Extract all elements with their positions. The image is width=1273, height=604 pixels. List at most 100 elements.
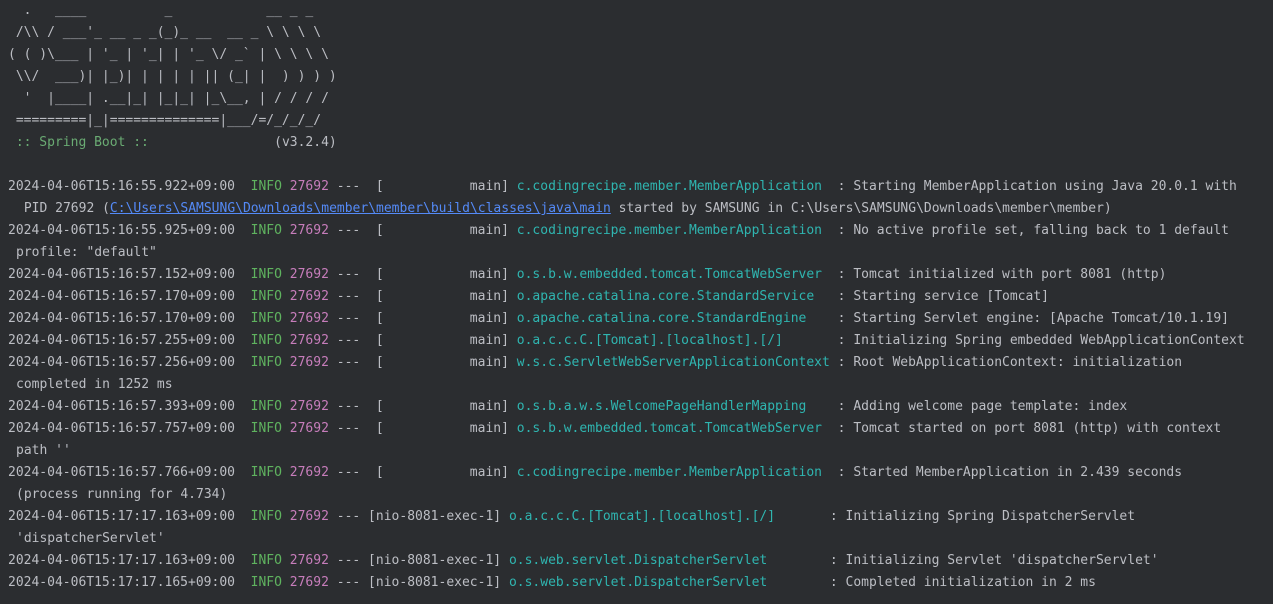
log-message: : Tomcat initialized with port 8081 (htt… [829, 267, 1167, 282]
banner-version-line: :: Spring Boot :: (v3.2.4) [8, 132, 1273, 154]
log-level: INFO [250, 509, 282, 524]
log-continuation-text: 'dispatcherServlet' [16, 531, 165, 546]
log-level: INFO [250, 179, 282, 194]
log-continuation: (process running for 4.734) [8, 484, 1273, 506]
log-timestamp: 2024-04-06T15:16:55.925+09:00 [8, 223, 235, 238]
log-timestamp: 2024-04-06T15:16:57.255+09:00 [8, 333, 235, 348]
log-pid: 27692 [289, 399, 329, 414]
log-thread: --- [ main] [336, 179, 517, 194]
log-thread: --- [ main] [336, 289, 517, 304]
log-continuation-text: (process running for 4.734) [16, 487, 228, 502]
log-level: INFO [250, 421, 282, 436]
log-line: 2024-04-06T15:16:57.766+09:00 INFO 27692… [8, 462, 1273, 484]
log-line: 2024-04-06T15:16:57.170+09:00 INFO 27692… [8, 308, 1273, 330]
log-level: INFO [250, 333, 282, 348]
log-timestamp: 2024-04-06T15:16:55.922+09:00 [8, 179, 235, 194]
log-thread: --- [nio-8081-exec-1] [336, 553, 509, 568]
log-level: INFO [250, 465, 282, 480]
log-thread: --- [ main] [336, 421, 517, 436]
log-line: 2024-04-06T15:16:57.256+09:00 INFO 27692… [8, 352, 1273, 374]
log-thread: --- [ main] [336, 223, 517, 238]
log-pid: 27692 [289, 575, 329, 590]
log-line: 2024-04-06T15:16:57.170+09:00 INFO 27692… [8, 286, 1273, 308]
log-logger: o.a.c.c.C.[Tomcat].[localhost].[/] [516, 333, 830, 348]
log-thread: --- [ main] [336, 399, 517, 414]
log-message: : Starting service [Tomcat] [829, 289, 1049, 304]
log-line: 2024-04-06T15:16:55.922+09:00 INFO 27692… [8, 176, 1273, 198]
log-level: INFO [250, 223, 282, 238]
log-message: : Initializing Servlet 'dispatcherServle… [822, 553, 1159, 568]
log-continuation-prefix: PID 27692 ( [23, 201, 110, 216]
log-level: INFO [250, 355, 282, 370]
log-thread: --- [nio-8081-exec-1] [336, 575, 509, 590]
log-timestamp: 2024-04-06T15:16:57.256+09:00 [8, 355, 235, 370]
log-timestamp: 2024-04-06T15:17:17.163+09:00 [8, 509, 235, 524]
log-logger: o.s.b.a.w.s.WelcomePageHandlerMapping [516, 399, 830, 414]
log-timestamp: 2024-04-06T15:16:57.393+09:00 [8, 399, 235, 414]
log-line: 2024-04-06T15:16:57.255+09:00 INFO 27692… [8, 330, 1273, 352]
log-pid: 27692 [289, 267, 329, 282]
log-timestamp: 2024-04-06T15:16:57.757+09:00 [8, 421, 235, 436]
log-message: : Adding welcome page template: index [829, 399, 1128, 414]
log-timestamp: 2024-04-06T15:16:57.766+09:00 [8, 465, 235, 480]
log-logger: w.s.c.ServletWebServerApplicationContext [516, 355, 830, 370]
log-continuation: completed in 1252 ms [8, 374, 1273, 396]
log-message: : Started MemberApplication in 2.439 sec… [829, 465, 1183, 480]
log-line: 2024-04-06T15:16:57.152+09:00 INFO 27692… [8, 264, 1273, 286]
log-line: 2024-04-06T15:16:57.393+09:00 INFO 27692… [8, 396, 1273, 418]
log-pid: 27692 [289, 333, 329, 348]
log-logger: o.s.b.w.embedded.tomcat.TomcatWebServer [516, 421, 830, 436]
log-level: INFO [250, 553, 282, 568]
log-pid: 27692 [289, 289, 329, 304]
log-message: : No active profile set, falling back to… [829, 223, 1230, 238]
log-timestamp: 2024-04-06T15:17:17.165+09:00 [8, 575, 235, 590]
log-logger: o.s.web.servlet.DispatcherServlet [508, 575, 823, 590]
log-message: : Initializing Spring embedded WebApplic… [829, 333, 1245, 348]
log-continuation-suffix: started by SAMSUNG in C:\Users\SAMSUNG\D… [610, 201, 1112, 216]
log-logger: c.codingrecipe.member.MemberApplication [516, 465, 830, 480]
console-output[interactable]: . ____ _ __ _ _ /\\ / ___'_ __ _ _(_)_ _… [8, 0, 1273, 604]
log-line: 2024-04-06T15:16:57.757+09:00 INFO 27692… [8, 418, 1273, 440]
log-continuation-text: profile: "default" [16, 245, 157, 260]
log-thread: --- [ main] [336, 355, 517, 370]
log-timestamp: 2024-04-06T15:16:57.170+09:00 [8, 311, 235, 326]
log-pid: 27692 [289, 311, 329, 326]
log-continuation-text: path '' [16, 443, 71, 458]
banner-line: =========|_|==============|___/=/_/_/_/ [8, 113, 322, 128]
log-message: : Completed initialization in 2 ms [822, 575, 1096, 590]
spring-boot-banner: . ____ _ __ _ _ /\\ / ___'_ __ _ _(_)_ _… [8, 0, 1273, 132]
log-pid: 27692 [289, 465, 329, 480]
log-thread: --- [ main] [336, 311, 517, 326]
banner-line: ( ( )\___ | '_ | '_| | '_ \/ _` | \ \ \ … [8, 47, 329, 62]
log-logger: c.codingrecipe.member.MemberApplication [516, 179, 830, 194]
banner-line: /\\ / ___'_ __ _ _(_)_ __ __ _ \ \ \ \ [8, 25, 322, 40]
log-thread: --- [nio-8081-exec-1] [336, 509, 509, 524]
log-message: : Initializing Spring DispatcherServlet [822, 509, 1136, 524]
log-level: INFO [250, 575, 282, 590]
log-continuation: PID 27692 (C:\Users\SAMSUNG\Downloads\me… [8, 198, 1273, 220]
log-list: 2024-04-06T15:16:55.922+09:00 INFO 27692… [8, 176, 1273, 594]
log-continuation: path '' [8, 440, 1273, 462]
log-logger: o.a.c.c.C.[Tomcat].[localhost].[/] [508, 509, 823, 524]
log-logger: o.s.b.w.embedded.tomcat.TomcatWebServer [516, 267, 830, 282]
log-pid: 27692 [289, 553, 329, 568]
log-continuation: 'dispatcherServlet' [8, 528, 1273, 550]
log-logger: o.apache.catalina.core.StandardService [516, 289, 830, 304]
log-pid: 27692 [289, 355, 329, 370]
path-link[interactable]: C:\Users\SAMSUNG\Downloads\member\member… [110, 201, 611, 216]
log-pid: 27692 [289, 179, 329, 194]
log-level: INFO [250, 399, 282, 414]
log-pid: 27692 [289, 223, 329, 238]
banner-line: ' |____| .__|_| |_|_| |_\__, | / / / / [8, 91, 329, 106]
log-message: : Starting Servlet engine: [Apache Tomca… [829, 311, 1230, 326]
log-thread: --- [ main] [336, 333, 517, 348]
log-logger: o.apache.catalina.core.StandardEngine [516, 311, 830, 326]
log-timestamp: 2024-04-06T15:17:17.163+09:00 [8, 553, 235, 568]
log-continuation: profile: "default" [8, 242, 1273, 264]
log-logger: o.s.web.servlet.DispatcherServlet [508, 553, 823, 568]
log-pid: 27692 [289, 421, 329, 436]
log-message: : Tomcat started on port 8081 (http) wit… [829, 421, 1222, 436]
log-thread: --- [ main] [336, 267, 517, 282]
log-timestamp: 2024-04-06T15:16:57.152+09:00 [8, 267, 235, 282]
